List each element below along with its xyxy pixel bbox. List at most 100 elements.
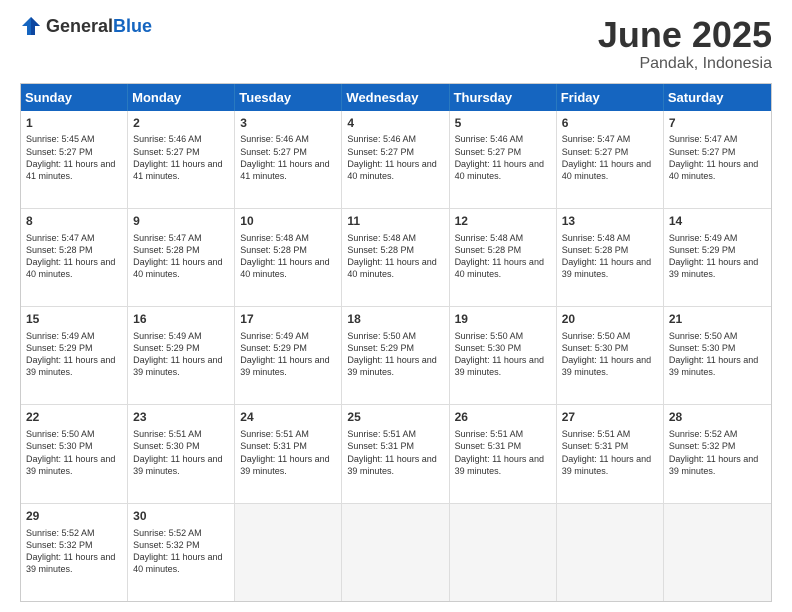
cell-info: Sunrise: 5:50 AM Sunset: 5:29 PM Dayligh…: [347, 330, 443, 379]
page: GeneralBlue June 2025 Pandak, Indonesia …: [0, 0, 792, 612]
cell-info: Sunrise: 5:47 AM Sunset: 5:28 PM Dayligh…: [26, 232, 122, 281]
cell-info: Sunrise: 5:49 AM Sunset: 5:29 PM Dayligh…: [26, 330, 122, 379]
cell-info: Sunrise: 5:46 AM Sunset: 5:27 PM Dayligh…: [347, 133, 443, 182]
logo-icon: [20, 15, 42, 37]
day-number: 25: [347, 409, 443, 426]
day-number: 9: [133, 213, 229, 230]
day-number: 8: [26, 213, 122, 230]
calendar-cell: 15 Sunrise: 5:49 AM Sunset: 5:29 PM Dayli…: [21, 307, 128, 404]
day-number: 26: [455, 409, 551, 426]
day-number: 24: [240, 409, 336, 426]
calendar-cell: 23Sunrise: 5:51 AM Sunset: 5:30 PM Dayli…: [128, 405, 235, 502]
calendar-cell: 25 Sunrise: 5:51 AM Sunset: 5:31 PM Dayli…: [342, 405, 449, 502]
day-number: 13: [562, 213, 658, 230]
cell-info: Sunrise: 5:52 AM Sunset: 5:32 PM Dayligh…: [26, 527, 122, 576]
calendar-cell: 8 Sunrise: 5:47 AM Sunset: 5:28 PM Daylig…: [21, 209, 128, 306]
calendar-cell: 3Sunrise: 5:46 AM Sunset: 5:27 PM Daylig…: [235, 111, 342, 208]
calendar-cell: 10 Sunrise: 5:48 AM Sunset: 5:28 PM Dayli…: [235, 209, 342, 306]
calendar-cell: 30Sunrise: 5:52 AM Sunset: 5:32 PM Dayli…: [128, 504, 235, 601]
calendar-cell: 9 Sunrise: 5:47 AM Sunset: 5:28 PM Daylig…: [128, 209, 235, 306]
header-day-wednesday: Wednesday: [342, 84, 449, 111]
day-number: 16: [133, 311, 229, 328]
cell-info: Sunrise: 5:51 AM Sunset: 5:31 PM Dayligh…: [455, 428, 551, 477]
day-number: 11: [347, 213, 443, 230]
header: GeneralBlue June 2025 Pandak, Indonesia: [20, 15, 772, 73]
header-day-monday: Monday: [128, 84, 235, 111]
day-number: 4: [347, 115, 443, 132]
calendar-cell: 28 Sunrise: 5:52 AM Sunset: 5:32 PM Dayli…: [664, 405, 771, 502]
cell-info: Sunrise: 5:47 AM Sunset: 5:27 PM Dayligh…: [669, 133, 766, 182]
calendar-cell: 24 Sunrise: 5:51 AM Sunset: 5:31 PM Dayli…: [235, 405, 342, 502]
day-number: 10: [240, 213, 336, 230]
day-number: 1: [26, 115, 122, 132]
calendar-cell: 26 Sunrise: 5:51 AM Sunset: 5:31 PM Dayli…: [450, 405, 557, 502]
calendar-row-2: 8 Sunrise: 5:47 AM Sunset: 5:28 PM Daylig…: [21, 208, 771, 306]
cell-info: Sunrise: 5:45 AM Sunset: 5:27 PM Dayligh…: [26, 133, 122, 182]
cell-info: Sunrise: 5:46 AM Sunset: 5:27 PM Dayligh…: [133, 133, 229, 182]
calendar: SundayMondayTuesdayWednesdayThursdayFrid…: [20, 83, 772, 602]
calendar-cell: [664, 504, 771, 601]
calendar-row-5: 29 Sunrise: 5:52 AM Sunset: 5:32 PM Dayli…: [21, 503, 771, 601]
calendar-cell: 7Sunrise: 5:47 AM Sunset: 5:27 PM Daylig…: [664, 111, 771, 208]
cell-info: Sunrise: 5:52 AM Sunset: 5:32 PM Dayligh…: [133, 527, 229, 576]
cell-info: Sunrise: 5:50 AM Sunset: 5:30 PM Dayligh…: [26, 428, 122, 477]
calendar-cell: 17Sunrise: 5:49 AM Sunset: 5:29 PM Dayli…: [235, 307, 342, 404]
cell-info: Sunrise: 5:48 AM Sunset: 5:28 PM Dayligh…: [455, 232, 551, 281]
day-number: 5: [455, 115, 551, 132]
calendar-cell: 4Sunrise: 5:46 AM Sunset: 5:27 PM Daylig…: [342, 111, 449, 208]
day-number: 15: [26, 311, 122, 328]
calendar-cell: 2Sunrise: 5:46 AM Sunset: 5:27 PM Daylig…: [128, 111, 235, 208]
calendar-cell: 11Sunrise: 5:48 AM Sunset: 5:28 PM Dayli…: [342, 209, 449, 306]
day-number: 19: [455, 311, 551, 328]
cell-info: Sunrise: 5:47 AM Sunset: 5:28 PM Dayligh…: [133, 232, 229, 281]
calendar-header: SundayMondayTuesdayWednesdayThursdayFrid…: [21, 84, 771, 111]
cell-info: Sunrise: 5:48 AM Sunset: 5:28 PM Dayligh…: [240, 232, 336, 281]
calendar-cell: 21Sunrise: 5:50 AM Sunset: 5:30 PM Dayli…: [664, 307, 771, 404]
calendar-cell: 22Sunrise: 5:50 AM Sunset: 5:30 PM Dayli…: [21, 405, 128, 502]
calendar-row-1: 1Sunrise: 5:45 AM Sunset: 5:27 PM Daylig…: [21, 111, 771, 208]
cell-info: Sunrise: 5:50 AM Sunset: 5:30 PM Dayligh…: [562, 330, 658, 379]
calendar-cell: 14 Sunrise: 5:49 AM Sunset: 5:29 PM Dayli…: [664, 209, 771, 306]
calendar-row-3: 15 Sunrise: 5:49 AM Sunset: 5:29 PM Dayli…: [21, 306, 771, 404]
cell-info: Sunrise: 5:51 AM Sunset: 5:30 PM Dayligh…: [133, 428, 229, 477]
calendar-cell: 19 Sunrise: 5:50 AM Sunset: 5:30 PM Dayli…: [450, 307, 557, 404]
day-number: 28: [669, 409, 766, 426]
logo-general: General: [46, 16, 113, 36]
cell-info: Sunrise: 5:52 AM Sunset: 5:32 PM Dayligh…: [669, 428, 766, 477]
cell-info: Sunrise: 5:50 AM Sunset: 5:30 PM Dayligh…: [455, 330, 551, 379]
logo-blue: Blue: [113, 16, 152, 36]
calendar-cell: 1Sunrise: 5:45 AM Sunset: 5:27 PM Daylig…: [21, 111, 128, 208]
month-title: June 2025: [598, 15, 772, 55]
calendar-row-4: 22Sunrise: 5:50 AM Sunset: 5:30 PM Dayli…: [21, 404, 771, 502]
cell-info: Sunrise: 5:51 AM Sunset: 5:31 PM Dayligh…: [347, 428, 443, 477]
day-number: 29: [26, 508, 122, 525]
cell-info: Sunrise: 5:49 AM Sunset: 5:29 PM Dayligh…: [133, 330, 229, 379]
calendar-cell: 27Sunrise: 5:51 AM Sunset: 5:31 PM Dayli…: [557, 405, 664, 502]
cell-info: Sunrise: 5:49 AM Sunset: 5:29 PM Dayligh…: [669, 232, 766, 281]
calendar-cell: 20 Sunrise: 5:50 AM Sunset: 5:30 PM Dayli…: [557, 307, 664, 404]
header-day-tuesday: Tuesday: [235, 84, 342, 111]
cell-info: Sunrise: 5:46 AM Sunset: 5:27 PM Dayligh…: [455, 133, 551, 182]
day-number: 14: [669, 213, 766, 230]
calendar-cell: [557, 504, 664, 601]
day-number: 2: [133, 115, 229, 132]
cell-info: Sunrise: 5:51 AM Sunset: 5:31 PM Dayligh…: [240, 428, 336, 477]
day-number: 12: [455, 213, 551, 230]
day-number: 17: [240, 311, 336, 328]
day-number: 18: [347, 311, 443, 328]
calendar-cell: [450, 504, 557, 601]
location: Pandak, Indonesia: [598, 55, 772, 73]
calendar-cell: 13 Sunrise: 5:48 AM Sunset: 5:28 PM Dayli…: [557, 209, 664, 306]
cell-info: Sunrise: 5:48 AM Sunset: 5:28 PM Dayligh…: [562, 232, 658, 281]
day-number: 21: [669, 311, 766, 328]
calendar-cell: 6Sunrise: 5:47 AM Sunset: 5:27 PM Daylig…: [557, 111, 664, 208]
cell-info: Sunrise: 5:46 AM Sunset: 5:27 PM Dayligh…: [240, 133, 336, 182]
calendar-cell: 5Sunrise: 5:46 AM Sunset: 5:27 PM Daylig…: [450, 111, 557, 208]
day-number: 6: [562, 115, 658, 132]
day-number: 7: [669, 115, 766, 132]
day-number: 20: [562, 311, 658, 328]
cell-info: Sunrise: 5:51 AM Sunset: 5:31 PM Dayligh…: [562, 428, 658, 477]
header-day-sunday: Sunday: [21, 84, 128, 111]
header-day-saturday: Saturday: [664, 84, 771, 111]
calendar-body: 1Sunrise: 5:45 AM Sunset: 5:27 PM Daylig…: [21, 111, 771, 601]
